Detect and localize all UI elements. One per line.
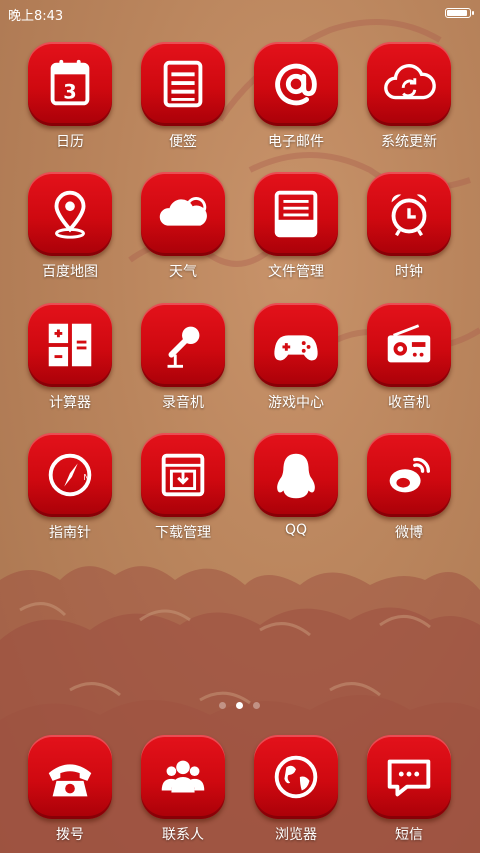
app-label: 拨号 [56, 827, 84, 843]
app-recorder[interactable]: 录音机 [128, 303, 238, 421]
weather-cloud-icon [141, 172, 225, 256]
app-label: 短信 [395, 827, 423, 843]
app-label: 电子邮件 [268, 134, 324, 150]
calendar-day: 3 [63, 81, 76, 104]
app-label: 日历 [56, 134, 84, 150]
page-indicator [0, 700, 480, 712]
app-calendar[interactable]: 3 日历 [15, 42, 125, 160]
radio-icon [367, 303, 451, 387]
compass-icon: N [28, 433, 112, 517]
app-weather[interactable]: 天气 [128, 172, 238, 290]
file-drawer-icon [254, 172, 338, 256]
app-weibo[interactable]: 微博 [354, 433, 464, 551]
dock-messages[interactable]: 短信 [354, 735, 464, 853]
app-label: 计算器 [49, 395, 91, 411]
app-label: 录音机 [162, 395, 204, 411]
dock-dialer[interactable]: 拨号 [15, 735, 125, 853]
gamepad-icon [254, 303, 338, 387]
app-system-update[interactable]: 系统更新 [354, 42, 464, 160]
download-icon [141, 433, 225, 517]
app-notes[interactable]: 便签 [128, 42, 238, 160]
dock-browser[interactable]: 浏览器 [241, 735, 351, 853]
app-calculator[interactable]: 计算器 [15, 303, 125, 421]
qq-penguin-icon [254, 433, 338, 517]
app-label: 天气 [169, 264, 197, 280]
page-dot-3[interactable] [253, 702, 260, 709]
app-label: 游戏中心 [268, 395, 324, 411]
app-label: 文件管理 [268, 264, 324, 280]
notes-icon [141, 42, 225, 126]
alarm-clock-icon [367, 172, 451, 256]
battery-icon [445, 8, 474, 18]
app-label: QQ [284, 522, 308, 538]
battery-level [447, 10, 467, 16]
map-pin-icon [28, 172, 112, 256]
app-label: 收音机 [388, 395, 430, 411]
app-label: 便签 [169, 134, 197, 150]
app-label: 浏览器 [275, 827, 317, 843]
page-dot-2[interactable] [236, 702, 243, 709]
microphone-icon [141, 303, 225, 387]
compass-north-letter: N [84, 473, 90, 482]
app-label: 系统更新 [381, 134, 437, 150]
cloud-update-icon [367, 42, 451, 126]
app-compass[interactable]: N 指南针 [15, 433, 125, 551]
app-email[interactable]: 电子邮件 [241, 42, 351, 160]
app-baidu-map[interactable]: 百度地图 [15, 172, 125, 290]
app-label: 下载管理 [155, 525, 211, 541]
phone-icon [28, 735, 112, 819]
app-label: 时钟 [395, 264, 423, 280]
app-qq[interactable]: QQ [241, 433, 351, 551]
status-bar: 晚上8:43 [0, 0, 480, 26]
calculator-icon [28, 303, 112, 387]
app-file-manager[interactable]: 文件管理 [241, 172, 351, 290]
app-label: 微博 [395, 525, 423, 541]
app-label: 指南针 [49, 525, 91, 541]
sms-icon [367, 735, 451, 819]
app-radio[interactable]: 收音机 [354, 303, 464, 421]
app-label: 联系人 [162, 827, 204, 843]
globe-icon [254, 735, 338, 819]
app-clock[interactable]: 时钟 [354, 172, 464, 290]
weibo-icon [367, 433, 451, 517]
contacts-icon [141, 735, 225, 819]
email-at-icon [254, 42, 338, 126]
calendar-icon: 3 [28, 42, 112, 126]
app-label: 百度地图 [42, 264, 98, 280]
status-time: 晚上8:43 [8, 9, 64, 24]
app-game-center[interactable]: 游戏中心 [241, 303, 351, 421]
app-download-manager[interactable]: 下载管理 [128, 433, 238, 551]
dock-contacts[interactable]: 联系人 [128, 735, 238, 853]
page-dot-1[interactable] [219, 702, 226, 709]
